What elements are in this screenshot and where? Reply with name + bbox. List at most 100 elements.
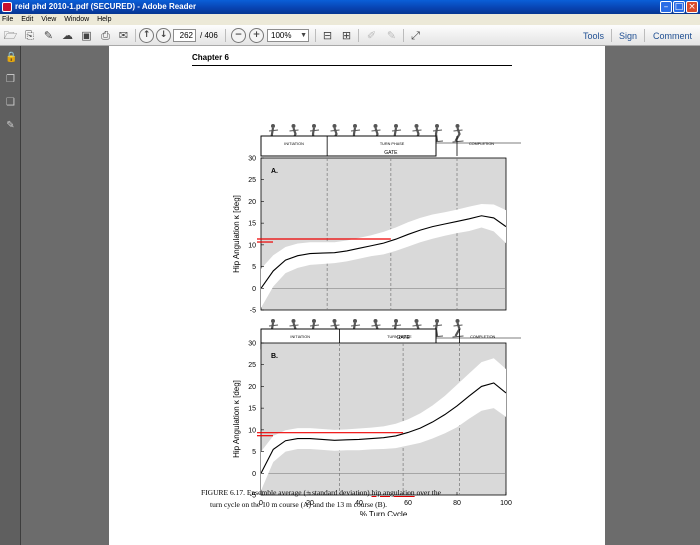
phase-label: INITIATION [290, 335, 310, 339]
y-tick-label: 5 [252, 264, 256, 271]
skier-head [414, 319, 419, 323]
skier-arms [309, 129, 320, 132]
menu-help[interactable]: Help [97, 14, 111, 25]
menu-view[interactable]: View [41, 14, 56, 25]
window-title: reid phd 2010-1.pdf (SECURED) - Adobe Re… [15, 2, 197, 11]
previous-page-icon[interactable]: ↑ [139, 28, 154, 43]
skier-arms [330, 324, 340, 327]
page-number-input[interactable]: 262 [173, 29, 196, 42]
skier-head [332, 124, 337, 128]
phase-label: COMPLETION [469, 142, 494, 146]
save-icon[interactable]: ▣ [79, 28, 94, 43]
fit-width-icon[interactable]: ⊞ [339, 28, 354, 43]
toolbar-separator [315, 29, 316, 42]
skier-arms [391, 324, 402, 327]
skier-arms [330, 129, 340, 132]
skier-head [291, 319, 296, 323]
maximize-icon[interactable]: □ [673, 1, 685, 13]
y-tick-label: 5 [252, 449, 256, 456]
pdf-page: Chapter 6 INITIATION TURN PHASE COMPLETION… [109, 46, 605, 545]
skier-head [455, 319, 460, 323]
y-tick-label: 0 [252, 471, 256, 478]
skier-arms [350, 129, 361, 132]
y-tick-label: 20 [248, 384, 256, 391]
toolbar: 🗁 ⎘ ✎ ☁ ▣ ⎙ ✉ ↑ ↓ 262 / 406 − + 100% ▼ ⊟ … [0, 25, 700, 46]
highlight-icon: ✎ [386, 29, 397, 42]
skier-arms [432, 324, 443, 327]
page-thumbnails-icon[interactable]: ❐ [5, 74, 16, 85]
caption-highlight: hip angulation [371, 488, 415, 497]
comment-button[interactable]: Comment [653, 30, 692, 42]
skier-head [435, 124, 439, 128]
skier-head [394, 124, 398, 128]
zoom-out-icon[interactable]: − [231, 28, 246, 43]
gate-label: GATE [384, 150, 398, 156]
y-tick-label: 0 [252, 286, 256, 293]
chapter-heading: Chapter 6 [192, 53, 229, 62]
heading-rule [192, 65, 512, 66]
page-total: / 406 [200, 31, 218, 40]
skier-head [271, 124, 275, 128]
skier-head [332, 319, 337, 323]
skier-head [373, 319, 378, 323]
y-tick-label: 30 [248, 341, 256, 348]
email-icon[interactable]: ✉ [116, 28, 131, 43]
fit-page-icon[interactable]: ⊟ [320, 28, 335, 43]
toolbar-separator [135, 29, 136, 42]
menu-bar: File Edit View Window Help [0, 14, 700, 25]
plot-area [260, 342, 507, 496]
tools-button[interactable]: Tools [583, 30, 604, 42]
caption-line2: turn cycle on the 10 m course (A) and th… [210, 500, 388, 509]
zoom-value: 100% [271, 31, 292, 40]
adobe-reader-icon [2, 2, 12, 12]
lock-icon[interactable]: 🔒 [5, 52, 17, 63]
zoom-select[interactable]: 100% ▼ [267, 29, 309, 42]
y-tick-label: 20 [248, 199, 256, 206]
skier-arms [371, 129, 381, 132]
y-tick-label: 15 [248, 221, 256, 228]
minimize-icon[interactable]: – [660, 1, 672, 13]
menu-window[interactable]: Window [64, 14, 89, 25]
toolbar-separator [403, 29, 404, 42]
phase-label: COMPLETION [470, 335, 495, 339]
menu-file[interactable]: File [2, 14, 13, 25]
phase-header-box [260, 135, 437, 157]
y-tick-label: 25 [248, 362, 256, 369]
y-tick-label: 10 [248, 242, 256, 249]
open-file-icon[interactable]: 🗁 [3, 28, 18, 43]
sign-button[interactable]: Sign [619, 30, 637, 42]
close-icon[interactable]: × [686, 1, 698, 13]
x-tick-label: 100 [500, 500, 512, 507]
skier-arms [268, 129, 279, 132]
skier-head [435, 319, 439, 323]
y-tick-label: -5 [250, 308, 256, 315]
skier-head [414, 124, 419, 128]
menu-edit[interactable]: Edit [21, 14, 33, 25]
skier-head [373, 124, 378, 128]
skier-arms [412, 129, 422, 132]
phase-label: INITIATION [284, 142, 304, 146]
caption-line1-post: over the [414, 488, 441, 497]
skier-arms [453, 129, 463, 132]
read-mode-icon[interactable]: ⤢ [408, 28, 423, 43]
skier-ski [452, 140, 464, 143]
zoom-in-icon[interactable]: + [249, 28, 264, 43]
caption-line1-pre: FIGURE 6.17. Ensemble average (± standar… [201, 488, 372, 497]
skier-head [312, 319, 316, 323]
skier-arms [391, 129, 402, 132]
skier-arms [371, 324, 381, 327]
attachments-icon[interactable]: ✎ [5, 120, 16, 131]
skier-arms [268, 324, 279, 327]
bookmarks-icon[interactable]: ❑ [5, 97, 16, 108]
navigation-pane: 🔒 ❐ ❑ ✎ [0, 46, 21, 545]
chevron-down-icon: ▼ [300, 32, 307, 39]
cloud-upload-icon[interactable]: ☁ [60, 28, 75, 43]
toolbar-separator [225, 29, 226, 42]
y-axis-label: Hip Angulation κ [deg] [232, 195, 241, 273]
next-page-icon[interactable]: ↓ [156, 28, 171, 43]
create-pdf-icon[interactable]: ⎘ [22, 28, 37, 43]
toolbar-separator [644, 29, 645, 42]
print-icon[interactable]: ⎙ [98, 28, 113, 43]
skier-head [271, 319, 275, 323]
edit-pdf-icon[interactable]: ✎ [41, 28, 56, 43]
